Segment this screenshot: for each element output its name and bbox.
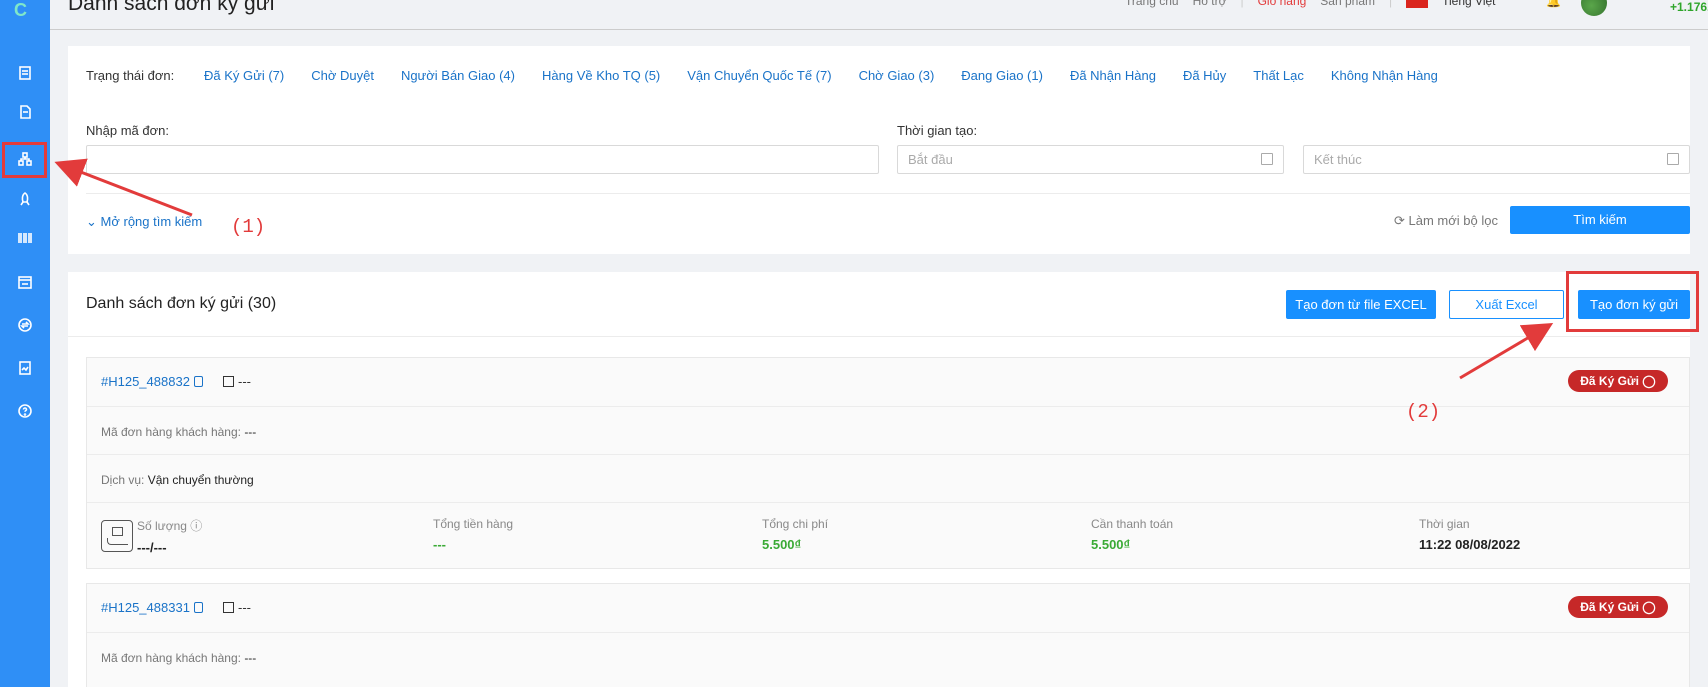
status-badge: Đã Ký Gửi ◯ [1568,596,1668,618]
calculator-icon [223,376,234,387]
vietnam-flag-icon [1406,0,1429,8]
goods-total-stat: Tổng tiền hàng --- [433,517,514,552]
order-code-label: Nhập mã đơn: [86,123,169,138]
status-tab[interactable]: Chờ Giao (3) [859,68,935,83]
create-from-excel-button[interactable]: Tạo đơn từ file EXCEL [1286,290,1436,319]
refresh-filter-label: Làm mới bộ lọc [1408,213,1498,228]
status-tab[interactable]: Đang Giao (1) [961,68,1043,83]
sidebar-report-icon[interactable] [13,356,37,380]
calculator-value: --- [223,374,251,389]
top-bar: Danh sách đơn ký gửi Trang chủ Hỗ trợ | … [50,0,1708,30]
sidebar-rocket-icon[interactable] [13,187,37,211]
sidebar-document-icon[interactable] [13,100,37,124]
refresh-icon: ⟳ [1394,213,1405,228]
support-link[interactable]: Hỗ trợ [1193,0,1227,8]
copy-icon[interactable] [193,602,203,613]
sidebar-help-icon[interactable] [13,399,37,423]
start-date-input[interactable]: Bắt đầu [897,145,1284,174]
customer-code-row: Mã đơn hàng khách hàng: --- [87,632,1689,680]
start-date-placeholder: Bắt đầu [908,152,953,167]
status-tab[interactable]: Đã Nhận Hàng [1070,68,1156,83]
time-stat: Thời gian 11:22 08/08/2022 [1419,517,1521,552]
customer-code-text: Mã đơn hàng khách hàng: --- [101,425,257,439]
cart-link[interactable]: Giỏ hàng [1258,0,1307,8]
order-card: #H125_488331 --- Đã Ký Gửi ◯ Mã đơn hàng… [86,583,1690,687]
sidebar-highlight-box [2,142,47,178]
sidebar-calendar-icon[interactable] [13,270,37,294]
status-tab[interactable]: Thất Lạc [1253,68,1304,83]
create-button-highlight-box [1566,271,1699,332]
order-code-input[interactable] [86,145,879,174]
to-pay-stat: Cần thanh toán 5.500₫ [1091,517,1174,552]
status-tab[interactable]: Hàng Về Kho TQ (5) [542,68,660,83]
summary-row: Số lượng ⓘ ---/--- Tổng tiền hàng --- Tổng… [87,502,1689,570]
status-tab[interactable]: Đã Hủy [1183,68,1226,83]
expand-search-toggle[interactable]: ⌄ Mở rộng tìm kiếm [86,214,202,230]
avatar[interactable] [1581,0,1607,16]
search-button[interactable]: Tìm kiếm [1510,206,1690,234]
divider [68,336,1690,337]
end-date-placeholder: Kết thúc [1314,152,1362,167]
status-tab[interactable]: Vận Chuyển Quốc Tế (7) [687,68,831,83]
status-tab[interactable]: Chờ Duyệt [311,68,374,83]
order-card: #H125_488832 --- Đã Ký Gửi ◯ Mã đơn hàng… [86,357,1690,569]
total-cost-stat: Tổng chi phí 5.500₫ [762,517,829,552]
status-badge: Đã Ký Gửi ◯ [1568,370,1668,392]
calendar-icon [1261,153,1273,165]
customer-code-text: Mã đơn hàng khách hàng: --- [101,651,257,665]
status-tab[interactable]: Đã Ký Gửi (7) [204,68,284,83]
export-excel-button[interactable]: Xuất Excel [1449,290,1564,319]
order-id-link[interactable]: #H125_488331 [101,600,203,615]
language-select[interactable]: Tiếng Việt [1442,0,1495,8]
service-text: Dịch vụ: Vận chuyển thường [101,473,254,487]
annotation-1: (1) [231,216,266,238]
status-tab[interactable]: Người Bán Giao (4) [401,68,515,83]
status-label: Trạng thái đơn: [86,68,175,83]
app-logo: C [14,3,27,17]
annotation-2: (2) [1406,401,1441,423]
status-tab[interactable]: Không Nhận Hàng [1331,68,1438,83]
sidebar: C [0,0,50,687]
filter-panel: Trạng thái đơn: Đã Ký Gửi (7) Chờ Duyệt … [68,46,1690,254]
sidebar-barcode-icon[interactable] [13,226,37,250]
products-link[interactable]: Sản phẩm [1320,0,1375,8]
list-title: Danh sách đơn ký gửi (30) [86,295,277,312]
top-links: Trang chủ Hỗ trợ | Giỏ hàng Sản phẩm | T… [1125,0,1496,8]
sidebar-exchange-icon[interactable] [13,313,37,337]
account-balance: +1.176.323.747đ [1670,0,1708,14]
end-date-input[interactable]: Kết thúc [1303,145,1690,174]
customer-code-row: Mã đơn hàng khách hàng: --- [87,406,1689,454]
calendar-icon [1667,153,1679,165]
calculator-value: --- [223,600,251,615]
divider [86,193,1690,194]
consignment-list-panel: Danh sách đơn ký gửi (30) Tạo đơn từ fil… [68,271,1699,687]
bell-icon[interactable]: 🔔 [1546,0,1561,8]
time-label: Thời gian tạo: [897,123,978,138]
copy-icon[interactable] [193,376,203,387]
package-icon [101,520,133,552]
status-tabs: Đã Ký Gửi (7) Chờ Duyệt Người Bán Giao (… [204,68,1465,83]
chevron-down-icon: ⌄ [86,214,97,229]
page-title: Danh sách đơn ký gửi [68,0,275,15]
order-id-link[interactable]: #H125_488832 [101,374,203,389]
help-icon[interactable]: ⓘ [190,519,202,533]
expand-search-label: Mở rộng tìm kiếm [100,214,203,229]
home-link[interactable]: Trang chủ [1125,0,1179,8]
refresh-filter-button[interactable]: ⟳ Làm mới bộ lọc [1394,213,1498,229]
service-row: Dịch vụ: Vận chuyển thường [87,454,1689,502]
calculator-icon [223,602,234,613]
quantity-stat: Số lượng ⓘ ---/--- [137,519,203,555]
sidebar-orders-icon[interactable] [13,61,37,85]
